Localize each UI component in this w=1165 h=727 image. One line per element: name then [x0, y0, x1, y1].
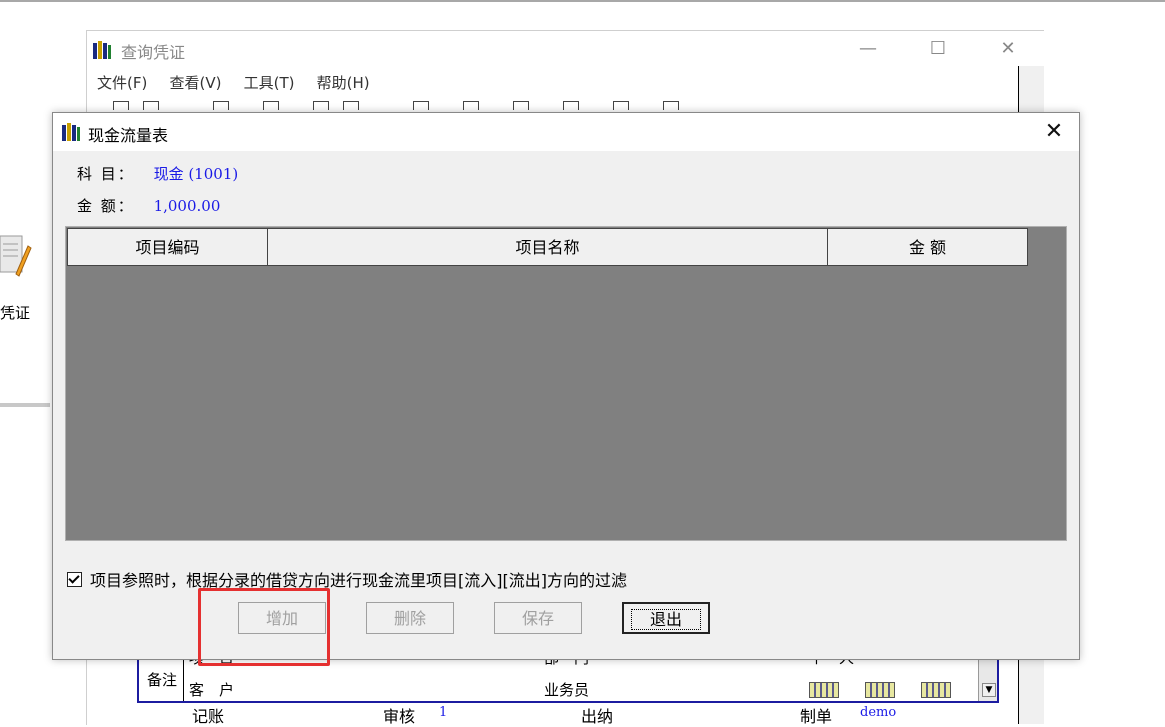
toolbar-button[interactable] [413, 101, 429, 110]
delete-button[interactable]: 删除 [366, 602, 454, 634]
remark-label: 备注 [141, 659, 184, 701]
close-button[interactable]: ✕ [985, 31, 1031, 67]
maker-value: demo [860, 705, 897, 720]
column-header-item-code[interactable]: 项目编码 [67, 228, 268, 266]
amount-value: 1,000.00 [153, 197, 221, 215]
books-icon [62, 123, 80, 141]
toolbar-button[interactable] [263, 101, 279, 110]
toolbar-button[interactable] [113, 101, 129, 110]
cash-flow-dialog: 现金流量表 ✕ 科 目： 现金 (1001) 金 额： 1,000.00 项目编… [52, 112, 1080, 660]
toolbar-button[interactable] [663, 101, 679, 110]
menu-file[interactable]: 文件(F) [97, 69, 147, 97]
divider [0, 403, 50, 407]
direction-filter-option[interactable]: 项目参照时，根据分录的借贷方向进行现金流里项目[流入][流出]方向的过滤 [67, 567, 627, 591]
window-title: 查询凭证 [121, 43, 186, 62]
review-value: 1 [439, 705, 448, 720]
status-icons [809, 682, 977, 702]
window-titlebar: 查询凭证 — ☐ ✕ [87, 31, 1044, 67]
menu-view[interactable]: 查看(V) [169, 69, 221, 97]
scroll-down-arrow[interactable]: ▼ [982, 683, 996, 697]
voucher-footer: 记账 审核 1 出纳 制单 demo [87, 703, 1044, 726]
toolbar [97, 98, 1037, 110]
highlight-box [198, 588, 330, 666]
toolbar-button[interactable] [463, 101, 479, 110]
menu-bar: 文件(F) 查看(V) 工具(T) 帮助(H) [87, 69, 378, 97]
dialog-close-button[interactable]: ✕ [1029, 113, 1079, 151]
subject-value: 现金 (1001) [153, 165, 239, 183]
status-icon[interactable] [809, 682, 839, 698]
status-icon[interactable] [865, 682, 895, 698]
toolbar-button[interactable] [143, 101, 159, 110]
top-border [0, 0, 1165, 2]
toolbar-button[interactable] [313, 101, 329, 110]
salesman-label: 业务员 [544, 681, 590, 699]
cashier-label: 出纳 [581, 707, 614, 726]
menu-tools[interactable]: 工具(T) [244, 69, 295, 97]
column-header-amount[interactable]: 金 额 [827, 228, 1028, 266]
review-label: 审核 [383, 707, 416, 726]
amount-label: 金 额： [77, 197, 135, 215]
toolbar-button[interactable] [613, 101, 629, 110]
save-button[interactable]: 保存 [494, 602, 582, 634]
exit-button-label: 退出 [630, 609, 701, 630]
toolbar-button[interactable] [513, 101, 529, 110]
cash-flow-item-table[interactable]: 项目编码 项目名称 金 额 [65, 226, 1067, 541]
column-header-item-name[interactable]: 项目名称 [267, 228, 828, 266]
subject-label: 科 目： [77, 165, 135, 183]
direction-filter-label: 项目参照时，根据分录的借贷方向进行现金流里项目[流入][流出]方向的过滤 [90, 571, 627, 590]
vertical-scrollbar[interactable]: ▼ [978, 659, 997, 701]
direction-filter-checkbox[interactable] [67, 572, 82, 587]
dialog-title: 现金流量表 [88, 126, 169, 145]
amount-row: 金 额： 1,000.00 [77, 195, 220, 216]
exit-button[interactable]: 退出 [622, 602, 710, 634]
toolbar-button[interactable] [343, 101, 359, 110]
voucher-desktop-icon[interactable] [0, 222, 32, 292]
minimize-button[interactable]: — [845, 31, 891, 67]
maximize-button[interactable]: ☐ [915, 31, 961, 67]
toolbar-button[interactable] [563, 101, 579, 110]
subject-row: 科 目： 现金 (1001) [77, 163, 238, 184]
customer-label: 客 户 [189, 681, 235, 699]
status-icon[interactable] [921, 682, 951, 698]
books-icon [93, 41, 111, 59]
menu-help[interactable]: 帮助(H) [317, 69, 370, 97]
posting-label: 记账 [192, 707, 225, 726]
toolbar-button[interactable] [213, 101, 229, 110]
dialog-titlebar: 现金流量表 ✕ [53, 113, 1079, 151]
maker-label: 制单 [800, 707, 833, 726]
voucher-icon-label: 凭证 [0, 304, 31, 322]
